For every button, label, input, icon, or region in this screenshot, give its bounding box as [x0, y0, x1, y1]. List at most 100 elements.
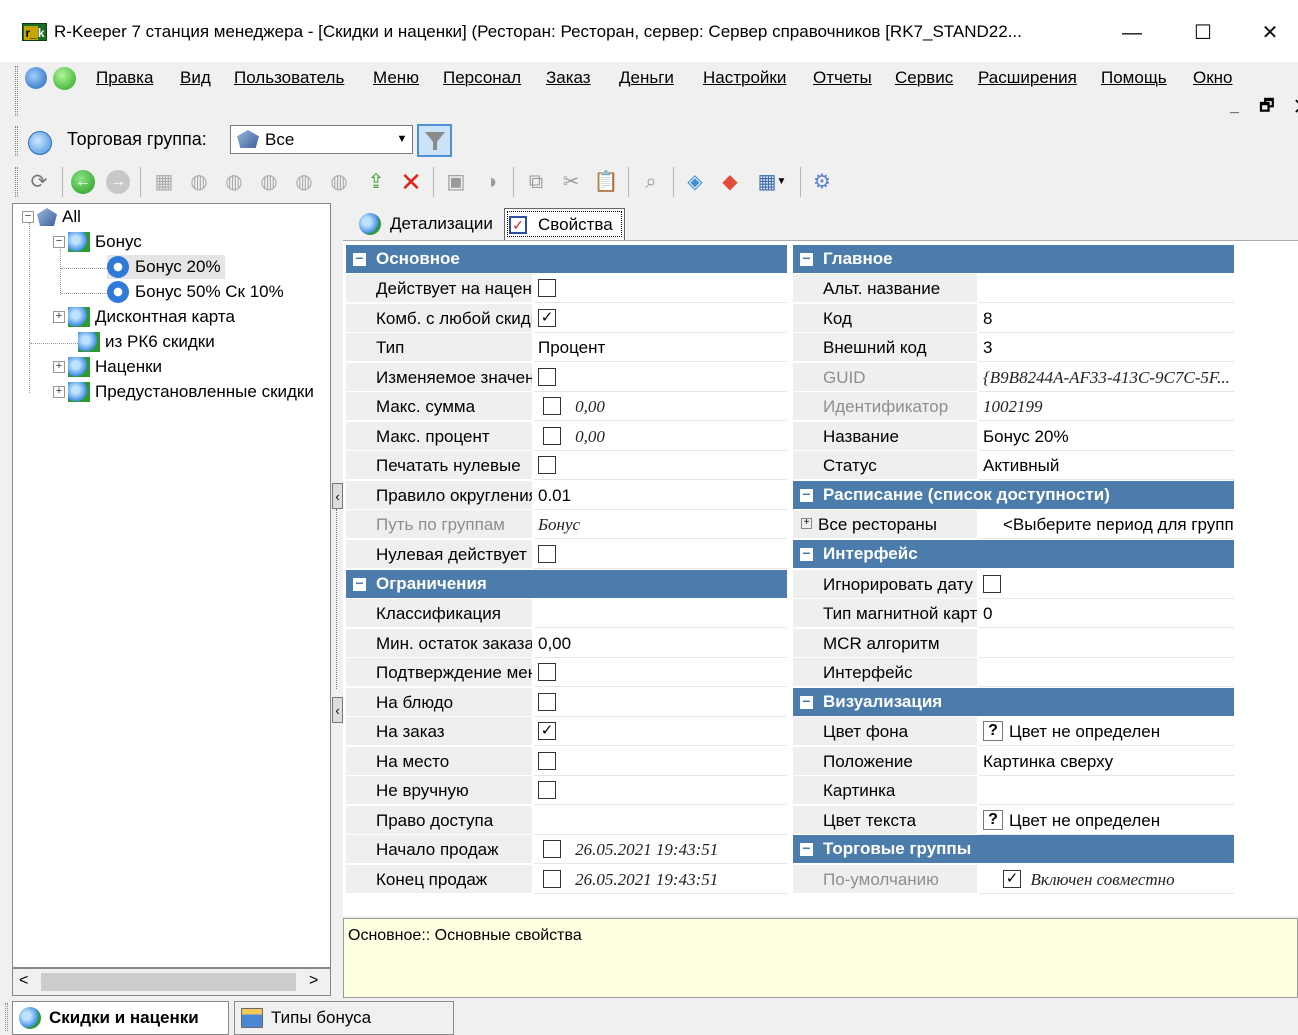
- section-schedule[interactable]: − Расписание (список доступности): [793, 481, 1234, 509]
- move-item-icon[interactable]: ◍: [255, 168, 283, 196]
- window-tab-bonus-types[interactable]: Типы бонуса: [234, 1001, 454, 1035]
- section-trade-groups[interactable]: − Торговые группы: [793, 835, 1234, 863]
- prop-value[interactable]: [534, 806, 787, 835]
- search-icon[interactable]: ⌕: [637, 168, 665, 196]
- import-icon[interactable]: ◆: [716, 168, 744, 196]
- menu-window[interactable]: Окно: [1193, 68, 1233, 88]
- prop-row[interactable]: Цвет фона? Цвет не определен: [793, 717, 1234, 747]
- collapse-icon[interactable]: −: [353, 576, 366, 591]
- collapse-icon[interactable]: −: [800, 251, 813, 266]
- menu-help[interactable]: Помощь: [1101, 68, 1167, 88]
- prop-row[interactable]: Идентификатор 1002199: [793, 392, 1234, 422]
- menu-reports[interactable]: Отчеты: [813, 68, 872, 88]
- prop-checkbox[interactable]: [543, 426, 561, 445]
- scroll-right-icon[interactable]: >: [309, 972, 318, 990]
- prop-value[interactable]: Бонус 20%: [979, 422, 1234, 451]
- scroll-left-icon[interactable]: <: [19, 972, 28, 990]
- prop-value[interactable]: Процент: [534, 333, 787, 362]
- menu-money[interactable]: Деньги: [619, 68, 674, 88]
- cut-icon[interactable]: ✂: [557, 168, 585, 196]
- new-item-icon[interactable]: ◍: [185, 168, 213, 196]
- prop-value[interactable]: 0: [979, 599, 1234, 628]
- menu-order[interactable]: Заказ: [546, 68, 591, 88]
- prop-value[interactable]: [534, 658, 787, 687]
- view-mode-dropdown[interactable]: ▦ ▼: [752, 168, 792, 196]
- tree-node-discount-card[interactable]: + Дисконтная карта: [53, 305, 235, 329]
- prop-value[interactable]: [534, 747, 787, 776]
- prop-row[interactable]: На место: [346, 747, 787, 777]
- collapse-icon[interactable]: −: [22, 211, 34, 223]
- clone-item-icon[interactable]: ◍: [325, 168, 353, 196]
- rkeeper-globe-icon[interactable]: [25, 67, 47, 89]
- export-icon[interactable]: ⇪: [362, 168, 390, 196]
- prop-row[interactable]: Внешний код 3: [793, 333, 1234, 363]
- minimize-button[interactable]: —: [1104, 14, 1160, 52]
- prop-checkbox[interactable]: [983, 574, 1001, 593]
- prop-row[interactable]: Мин. остаток заказа 0,00: [346, 629, 787, 659]
- prop-value[interactable]: 0.01: [534, 481, 787, 510]
- prop-value[interactable]: [534, 451, 787, 480]
- menu-extensions[interactable]: Расширения: [978, 68, 1077, 88]
- prop-value[interactable]: [534, 363, 787, 392]
- link-item-icon[interactable]: ◍: [290, 168, 318, 196]
- trade-group-select[interactable]: Все ▼: [230, 125, 413, 154]
- tree-node-bonus-50[interactable]: Бонус 50% Ск 10%: [107, 280, 284, 304]
- prop-value[interactable]: [534, 599, 787, 628]
- prop-row[interactable]: Название Бонус 20%: [793, 422, 1234, 452]
- collapse-icon[interactable]: −: [800, 546, 813, 561]
- prop-checkbox[interactable]: ✓: [1003, 869, 1021, 888]
- status-green-icon[interactable]: [53, 67, 76, 90]
- section-limits[interactable]: − Ограничения: [346, 570, 787, 598]
- tab-details[interactable]: Детализации: [355, 208, 497, 240]
- prop-value[interactable]: [534, 688, 787, 717]
- prop-value[interactable]: 26.05.2021 19:43:51: [534, 865, 787, 894]
- prop-row[interactable]: Подтверждение менеджером: [346, 658, 787, 688]
- prop-row[interactable]: На заказ ✓: [346, 717, 787, 747]
- collapse-left-icon[interactable]: ‹: [332, 697, 343, 723]
- prop-row[interactable]: Тип Процент: [346, 333, 787, 363]
- settings-gear-icon[interactable]: ⚙: [808, 168, 836, 196]
- window-tab-discounts[interactable]: Скидки и наценки: [12, 1001, 229, 1035]
- prop-checkbox[interactable]: [538, 278, 556, 297]
- prop-row[interactable]: Путь по группам Бонус: [346, 510, 787, 540]
- splitter-grip[interactable]: [336, 509, 337, 689]
- back-button[interactable]: ←: [69, 168, 97, 196]
- prop-row[interactable]: Статус Активный: [793, 451, 1234, 481]
- prop-checkbox[interactable]: [538, 367, 556, 386]
- prop-row[interactable]: GUID {B9B8244A-AF33-413C-9C7C-5F...: [793, 363, 1234, 393]
- prop-row[interactable]: Нулевая действует: [346, 540, 787, 570]
- prop-checkbox[interactable]: [538, 544, 556, 563]
- paste-icon[interactable]: 📋: [592, 168, 620, 196]
- prop-value[interactable]: [979, 658, 1234, 687]
- prop-value[interactable]: 26.05.2021 19:43:51: [534, 835, 787, 864]
- scroll-thumb[interactable]: [41, 973, 296, 991]
- maximize-button[interactable]: ☐: [1175, 14, 1231, 52]
- menu-edit[interactable]: Правка: [96, 68, 153, 88]
- prop-row[interactable]: Альт. название: [793, 274, 1234, 304]
- prop-row[interactable]: Игнорировать дату: [793, 570, 1234, 600]
- collapse-icon[interactable]: −: [800, 841, 813, 856]
- prop-value[interactable]: 0,00: [534, 629, 787, 658]
- prop-row[interactable]: Действует на наценки: [346, 274, 787, 304]
- copy-icon[interactable]: ⧉: [522, 168, 550, 196]
- prop-row[interactable]: На блюдо: [346, 688, 787, 718]
- prop-row[interactable]: Конец продаж 26.05.2021 19:43:51: [346, 865, 787, 895]
- mdi-window-controls[interactable]: _ 🗗 ✕: [1230, 95, 1298, 122]
- prop-row[interactable]: По-умолчанию ✓ Включен совместно: [793, 865, 1234, 895]
- prop-checkbox[interactable]: [538, 692, 556, 711]
- prop-value[interactable]: [979, 776, 1234, 805]
- forward-button[interactable]: →: [104, 168, 132, 196]
- prop-row[interactable]: Картинка: [793, 776, 1234, 806]
- prop-row[interactable]: Не вручную: [346, 776, 787, 806]
- prop-row[interactable]: Начало продаж 26.05.2021 19:43:51: [346, 835, 787, 865]
- prop-value[interactable]: [979, 570, 1234, 599]
- prop-row[interactable]: Код 8: [793, 304, 1234, 334]
- prop-value[interactable]: ✓: [534, 304, 787, 333]
- prop-value[interactable]: ? Цвет не определен: [979, 806, 1234, 835]
- prop-value[interactable]: [979, 629, 1234, 658]
- copy-item-icon[interactable]: ◍: [220, 168, 248, 196]
- tabbar-grip[interactable]: [5, 1003, 8, 1031]
- prop-row[interactable]: Цвет текста? Цвет не определен: [793, 806, 1234, 836]
- prop-value[interactable]: 0,00: [534, 422, 787, 451]
- expand-icon[interactable]: +: [53, 311, 65, 323]
